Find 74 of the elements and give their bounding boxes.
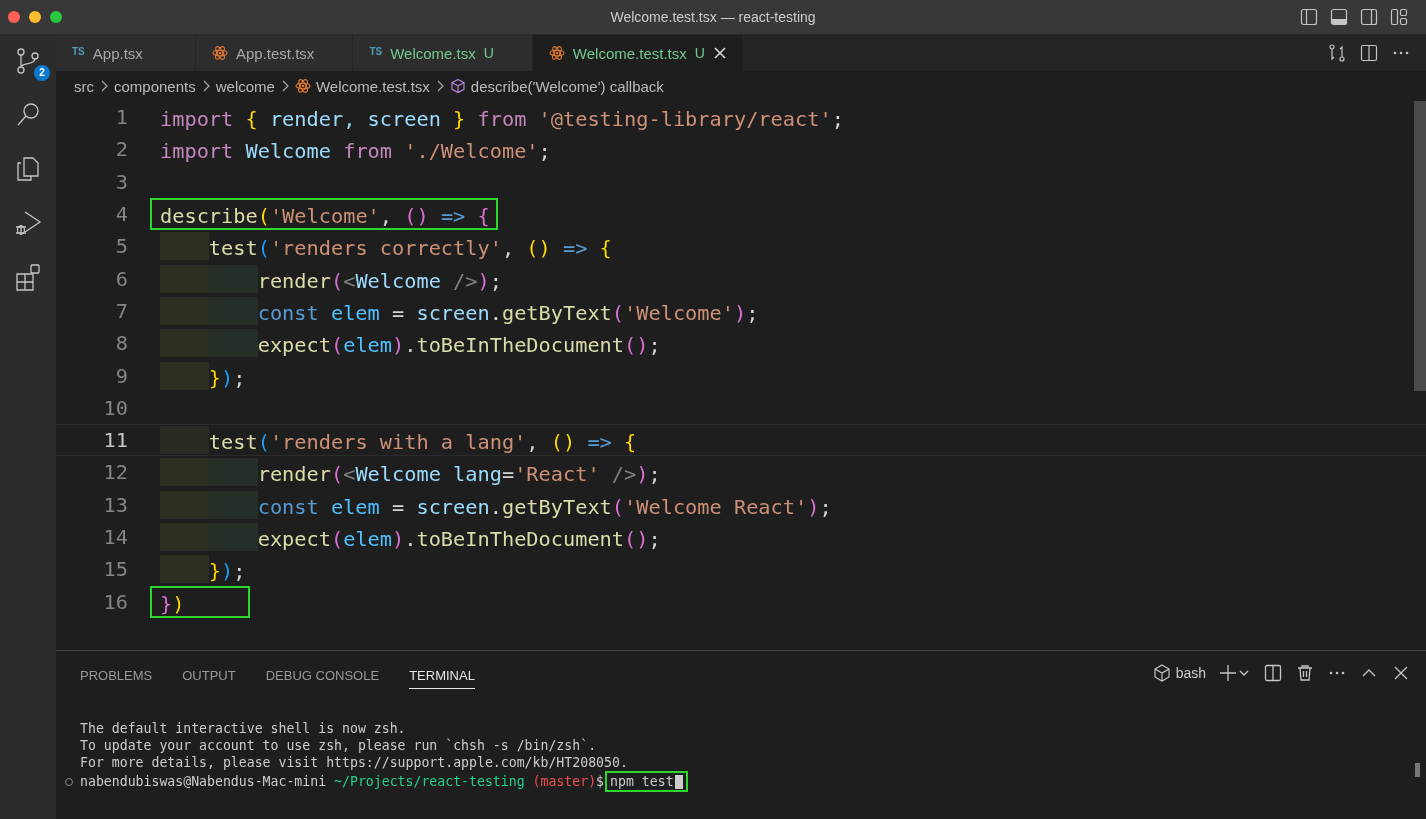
tab-label: App.test.tsx — [236, 44, 315, 62]
toggle-secondary-sidebar-icon[interactable] — [1360, 8, 1378, 26]
terminal-prompt: nabendubiswas@Nabendus-Mac-mini ~/Projects/react-testing (master)$ — [80, 773, 605, 790]
panel-tab[interactable]: TERMINAL — [409, 661, 475, 689]
scrollbar[interactable] — [1415, 763, 1420, 777]
count-badge: 2 — [34, 65, 50, 81]
line-number: 5 — [114, 234, 128, 259]
breadcrumb-item[interactable]: components — [114, 77, 196, 95]
compare-changes-icon[interactable] — [1328, 44, 1346, 62]
react-file-icon — [212, 45, 228, 61]
code-line: import Welcome from './Welcome'; — [159, 138, 552, 166]
line-number: 15 — [102, 557, 128, 582]
line-number: 1 — [114, 105, 128, 130]
terminal-command: npm test — [605, 771, 688, 792]
split-terminal-icon[interactable] — [1264, 664, 1282, 682]
line-number: 10 — [102, 395, 128, 420]
line-number: 3 — [114, 169, 128, 194]
toggle-sidebar-icon[interactable] — [1300, 8, 1318, 26]
chevron-right-icon — [435, 80, 444, 92]
panel-tab[interactable]: DEBUG CONSOLE — [265, 661, 380, 689]
line-number: 9 — [114, 363, 128, 388]
react-file-icon — [294, 78, 311, 94]
line-number: 2 — [114, 137, 128, 162]
customize-layout-icon[interactable] — [1390, 8, 1408, 26]
editor-tab[interactable]: App.test.tsx — [196, 35, 354, 71]
chevron-right-icon — [201, 80, 210, 92]
minimize-window-button[interactable] — [29, 11, 41, 23]
chevron-right-icon — [280, 80, 289, 92]
line-number: 4 — [114, 202, 128, 227]
breadcrumb-item[interactable]: welcome — [215, 77, 275, 95]
line-number: 13 — [102, 492, 128, 517]
cube-icon — [449, 78, 466, 94]
file-type-label: TS — [369, 46, 383, 57]
tab-label: Welcome.test.tsx — [572, 44, 687, 62]
git-status: U — [694, 45, 705, 61]
terminal-profile-icon — [1153, 664, 1170, 682]
close-icon[interactable] — [712, 46, 727, 60]
prompt-circle-icon — [64, 776, 74, 787]
toggle-panel-icon[interactable] — [1330, 8, 1348, 26]
code-line: import { render, screen } from '@testing-library/react'; — [159, 106, 845, 134]
zoom-window-button[interactable] — [50, 11, 62, 23]
window-title: Welcome.test.tsx — react-testing — [610, 9, 816, 25]
terminal-line: To update your account to use zsh, please run `chsh -s /bin/zsh`. — [80, 737, 597, 754]
panel-tab[interactable]: OUTPUT — [182, 661, 236, 689]
line-number: 8 — [114, 331, 128, 356]
editor-tab[interactable]: TS Welcome.tsx U — [353, 35, 533, 71]
line-number: 7 — [114, 298, 128, 323]
editor-tab[interactable]: Welcome.test.tsx U — [532, 35, 744, 71]
trash-icon[interactable] — [1296, 664, 1314, 682]
line-number: 6 — [114, 266, 128, 291]
editor-tab[interactable]: TS App.tsx — [56, 35, 196, 71]
close-window-button[interactable] — [8, 11, 20, 23]
breadcrumb-item[interactable]: src — [74, 77, 94, 95]
line-number: 11 — [102, 428, 128, 453]
react-file-icon — [548, 45, 565, 61]
git-status: U — [483, 45, 494, 61]
breadcrumb-item[interactable]: describe('Welcome') callback — [470, 77, 664, 95]
tab-label: App.tsx — [92, 44, 143, 62]
new-terminal-icon[interactable] — [1220, 664, 1250, 682]
extensions-icon[interactable] — [13, 262, 43, 292]
file-type-label: TS — [72, 46, 85, 57]
breadcrumb-item[interactable]: Welcome.test.tsx — [315, 77, 430, 95]
close-icon[interactable] — [1392, 664, 1410, 682]
terminal-name[interactable]: bash — [1175, 665, 1206, 681]
scrollbar[interactable] — [1414, 101, 1426, 391]
terminal-line: For more details, please visit https://support.apple.com/kb/HT208050. — [80, 754, 628, 771]
line-number: 14 — [102, 525, 128, 549]
chevron-right-icon — [100, 80, 108, 92]
terminal-line: The default interactive shell is now zsh. — [80, 720, 406, 737]
tab-label: Welcome.tsx — [390, 44, 476, 62]
split-editor-icon[interactable] — [1360, 44, 1378, 62]
line-number: 12 — [102, 460, 128, 485]
line-number: 16 — [102, 589, 128, 614]
panel-tab[interactable]: PROBLEMS — [80, 661, 153, 689]
